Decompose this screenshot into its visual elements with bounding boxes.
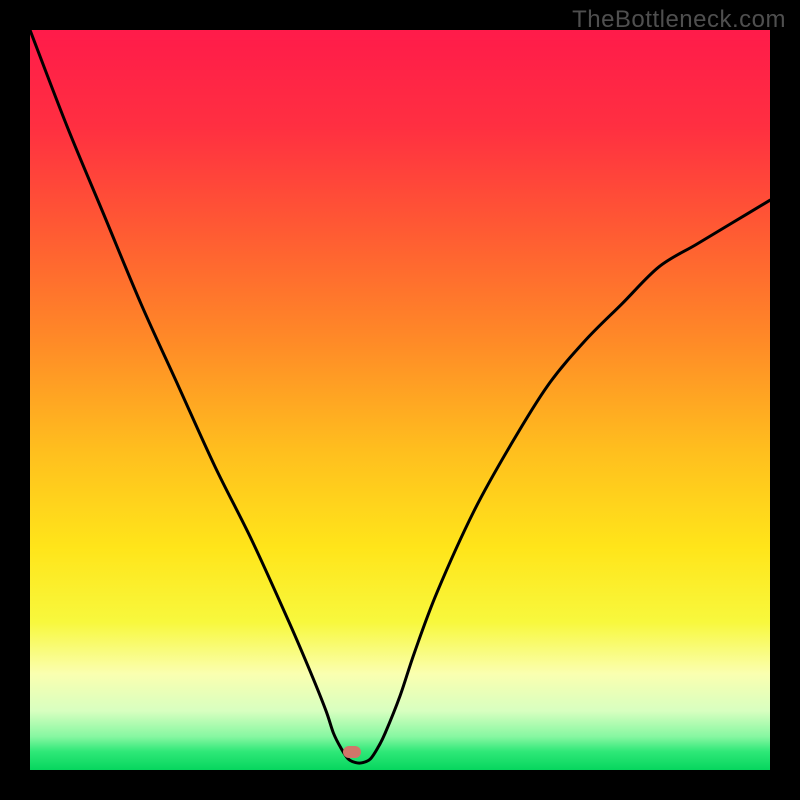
optimum-marker	[343, 746, 361, 758]
chart-container: TheBottleneck.com	[0, 0, 800, 800]
watermark-text: TheBottleneck.com	[572, 6, 786, 34]
gradient-background	[30, 30, 770, 770]
bottleneck-chart	[30, 30, 770, 770]
plot-area	[30, 30, 770, 770]
